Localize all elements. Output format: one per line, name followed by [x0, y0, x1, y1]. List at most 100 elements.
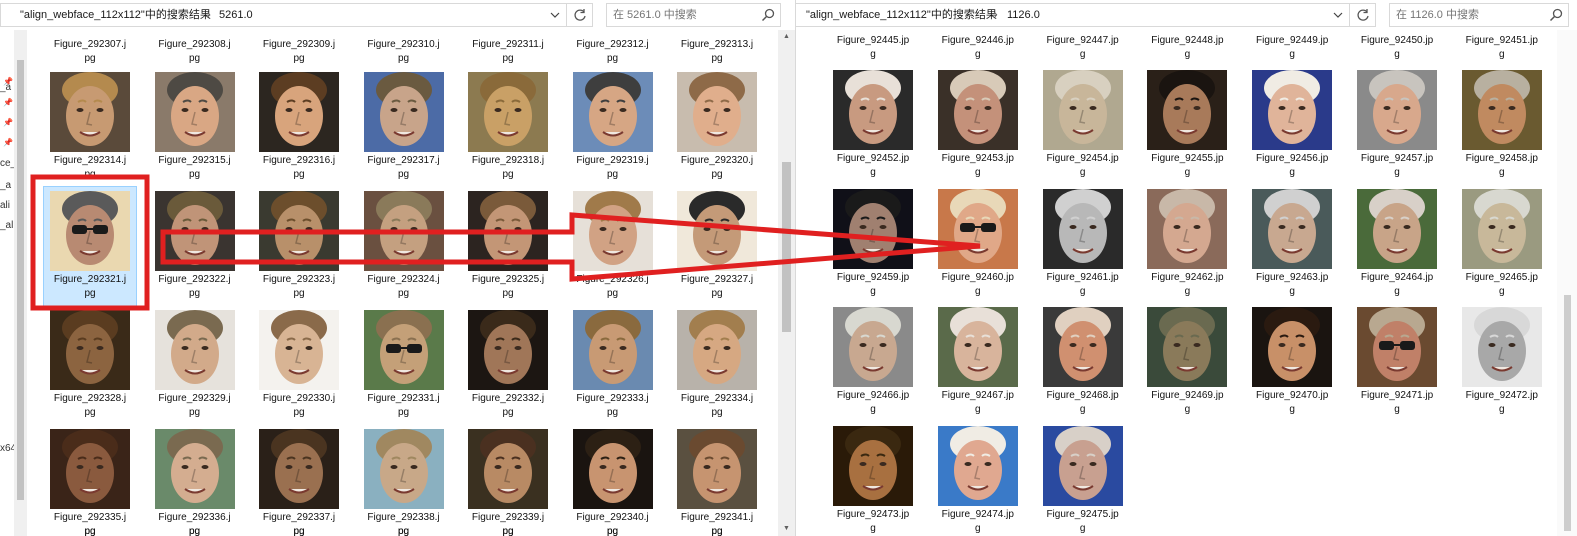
file-caption[interactable]: Figure_92452.jp — [823, 152, 923, 166]
file-caption[interactable]: Figure_92474.jp — [928, 508, 1028, 522]
file-thumbnail[interactable] — [1042, 70, 1123, 150]
file-thumbnail[interactable] — [677, 191, 757, 271]
file-caption-line2[interactable]: pg — [40, 525, 140, 536]
file-caption-line2[interactable]: g — [1242, 48, 1342, 62]
file-thumbnail[interactable] — [1042, 188, 1123, 269]
file-thumbnail[interactable] — [363, 191, 444, 271]
file-caption[interactable]: Figure_92465.jp — [1452, 271, 1552, 285]
nav-item[interactable]: _a — [0, 180, 11, 191]
file-caption[interactable]: Figure_292322.j — [145, 273, 245, 287]
file-caption[interactable]: Figure_292328.j — [40, 392, 140, 406]
file-caption[interactable]: Figure_92466.jp — [823, 389, 923, 403]
right-folder-crumb[interactable]: 1126.0 — [1007, 4, 1040, 26]
file-caption-line2[interactable]: g — [823, 522, 923, 536]
file-caption-line2[interactable]: g — [823, 48, 923, 62]
file-caption[interactable]: Figure_292316.j — [249, 154, 349, 168]
file-caption[interactable]: Figure_92471.jp — [1347, 389, 1447, 403]
file-caption-line2[interactable]: pg — [354, 168, 454, 182]
file-thumbnail[interactable] — [1461, 188, 1542, 269]
file-caption-line2[interactable]: pg — [249, 52, 349, 66]
scroll-thumb[interactable] — [1564, 295, 1571, 531]
file-caption-line2[interactable]: pg — [667, 52, 767, 66]
file-caption-line2[interactable]: pg — [354, 406, 454, 420]
file-thumbnail[interactable] — [1042, 307, 1123, 387]
file-thumbnail[interactable] — [154, 72, 235, 152]
file-thumbnail[interactable] — [154, 310, 235, 390]
file-caption-line2[interactable]: g — [1033, 166, 1133, 180]
file-caption[interactable]: Figure_92470.jp — [1242, 389, 1342, 403]
file-caption[interactable]: Figure_92449.jp — [1242, 34, 1342, 48]
file-caption-line2[interactable]: pg — [667, 168, 767, 182]
file-caption-line2[interactable]: g — [1452, 166, 1552, 180]
scroll-up-arrow-icon[interactable]: ▲ — [778, 30, 795, 44]
pin-icon[interactable]: 📌 — [3, 138, 13, 147]
file-caption-line2[interactable]: pg — [458, 52, 558, 66]
file-caption[interactable]: Figure_292335.j — [40, 511, 140, 525]
left-breadcrumb[interactable]: "align_webface_112x112"中的搜索结果 — [20, 4, 211, 26]
file-caption-line2[interactable]: g — [928, 522, 1028, 536]
file-thumbnail[interactable] — [1147, 307, 1228, 387]
file-caption-line2[interactable]: pg — [249, 287, 349, 301]
file-caption[interactable]: Figure_292327.j — [667, 273, 767, 287]
left-address-bar[interactable]: "align_webface_112x112"中的搜索结果 › 5261.0 — [0, 3, 567, 27]
file-thumbnail[interactable] — [468, 429, 548, 509]
file-thumbnail[interactable] — [937, 188, 1018, 269]
right-search-box[interactable] — [1389, 3, 1569, 27]
refresh-icon[interactable] — [1350, 3, 1376, 27]
file-caption[interactable]: Figure_92453.jp — [928, 152, 1028, 166]
file-caption-line2[interactable]: g — [1033, 403, 1133, 417]
file-caption[interactable]: Figure_92472.jp — [1452, 389, 1552, 403]
file-caption[interactable]: Figure_92458.jp — [1452, 152, 1552, 166]
scroll-thumb[interactable] — [17, 60, 24, 500]
file-caption-line2[interactable]: pg — [667, 406, 767, 420]
file-caption[interactable]: Figure_292329.j — [145, 392, 245, 406]
file-thumbnail[interactable] — [572, 310, 653, 390]
search-icon[interactable] — [761, 8, 775, 22]
file-thumbnail[interactable] — [572, 191, 653, 271]
file-caption-line2[interactable]: pg — [563, 525, 663, 536]
file-caption-line2[interactable]: pg — [563, 287, 663, 301]
file-caption[interactable]: Figure_92457.jp — [1347, 152, 1447, 166]
search-icon[interactable] — [1549, 8, 1563, 22]
file-caption-line2[interactable]: g — [1137, 48, 1237, 62]
file-caption[interactable]: Figure_92445.jp — [823, 34, 923, 48]
nav-item[interactable]: ali — [0, 200, 10, 211]
file-thumbnail[interactable] — [468, 72, 548, 152]
file-caption-line2[interactable]: pg — [40, 406, 140, 420]
file-thumbnail[interactable] — [1357, 70, 1437, 150]
file-caption[interactable]: Figure_292326.j — [563, 273, 663, 287]
file-thumbnail[interactable] — [937, 425, 1018, 506]
scroll-thumb[interactable] — [782, 162, 791, 332]
file-caption[interactable]: Figure_292323.j — [249, 273, 349, 287]
file-caption-line2[interactable]: g — [823, 285, 923, 299]
pin-icon[interactable]: 📌 — [3, 118, 13, 127]
file-caption[interactable]: Figure_92448.jp — [1137, 34, 1237, 48]
file-caption[interactable]: Figure_292312.j — [563, 38, 663, 52]
file-caption[interactable]: Figure_292309.j — [249, 38, 349, 52]
file-caption-line2[interactable]: g — [1137, 166, 1237, 180]
file-caption-line2[interactable]: pg — [354, 52, 454, 66]
file-caption[interactable]: Figure_292314.j — [40, 154, 140, 168]
file-thumbnail[interactable] — [50, 72, 130, 152]
file-thumbnail[interactable] — [259, 72, 339, 152]
file-caption[interactable]: Figure_292319.j — [563, 154, 663, 168]
file-caption-line2[interactable]: pg — [563, 168, 663, 182]
file-caption[interactable]: Figure_292339.j — [458, 511, 558, 525]
file-caption-line2[interactable]: g — [1242, 285, 1342, 299]
file-caption[interactable]: Figure_292340.j — [563, 511, 663, 525]
file-caption-line2[interactable]: pg — [354, 525, 454, 536]
file-thumbnail[interactable] — [1461, 70, 1542, 150]
file-caption[interactable]: Figure_92475.jp — [1033, 508, 1133, 522]
file-caption-line2[interactable]: pg — [458, 168, 558, 182]
left-search-input[interactable] — [607, 4, 757, 26]
file-caption-line2[interactable]: pg — [40, 168, 140, 182]
file-caption-line2[interactable]: pg — [145, 52, 245, 66]
file-caption[interactable]: Figure_292308.j — [145, 38, 245, 52]
file-caption-line2[interactable]: g — [1033, 522, 1133, 536]
chevron-down-icon[interactable] — [1329, 4, 1347, 26]
right-address-bar[interactable]: "align_webface_112x112"中的搜索结果 › 1126.0 — [796, 3, 1350, 27]
file-thumbnail[interactable] — [468, 191, 548, 271]
file-caption[interactable]: Figure_292338.j — [354, 511, 454, 525]
file-thumbnail[interactable] — [572, 429, 653, 509]
file-caption-line2[interactable]: g — [823, 403, 923, 417]
